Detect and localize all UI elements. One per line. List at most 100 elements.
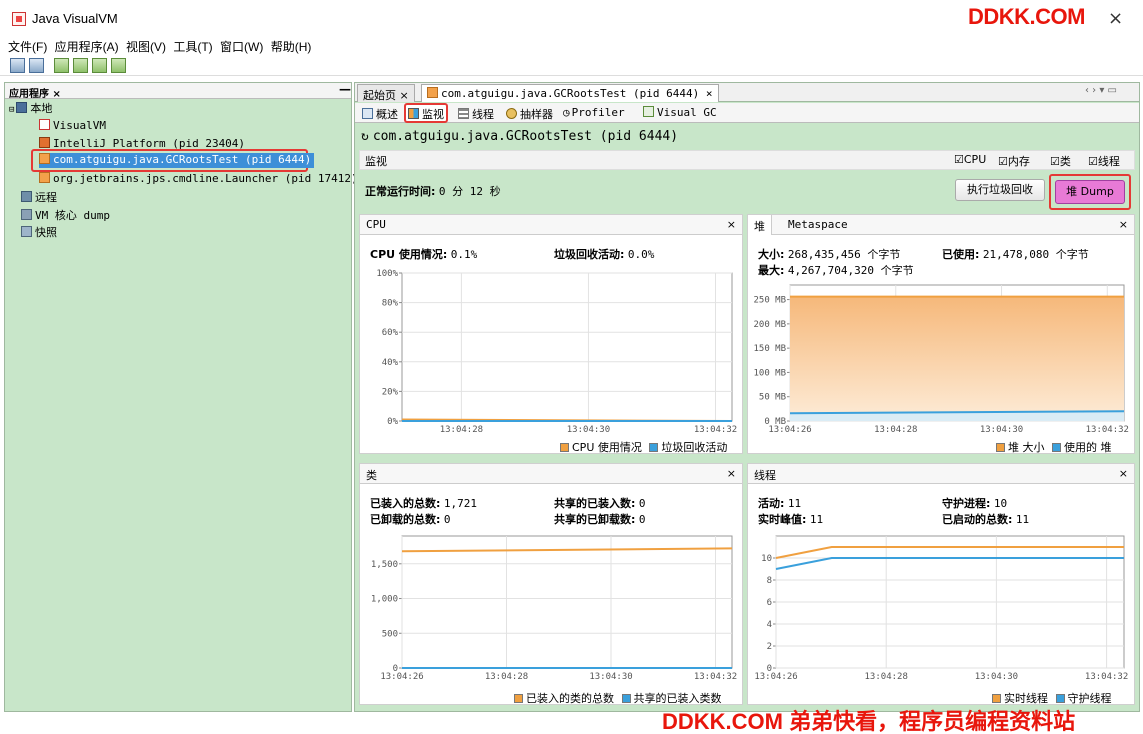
classes-section: 类 × 已装入的总数: 1,721 共享的已装入数: 0 已卸载的总数: 0 共… — [359, 463, 743, 705]
peak-threads-stat: 实时峰值: 11 — [758, 513, 824, 526]
tab-visual-gc[interactable]: Visual GC — [640, 105, 720, 121]
tab-nav-arrows-icon[interactable]: ‹ › ▾ ▭ — [1085, 85, 1117, 96]
close-icon[interactable]: × — [727, 218, 736, 231]
x-tick-label: 13:04:32 — [694, 672, 737, 682]
window-title: Java VisualVM — [32, 11, 118, 26]
tree-item-gcrootstest[interactable]: com.atguigu.java.GCRootsTest (pid 6444) — [39, 153, 315, 168]
y-tick-label: 1,000 — [371, 595, 398, 605]
menu-application[interactable]: 应用程序(A) — [55, 38, 119, 55]
y-tick-label: 0% — [387, 417, 398, 427]
menu-tools[interactable]: 工具(T) — [173, 38, 212, 55]
core-dump-icon — [21, 209, 32, 220]
add-remote-host-icon[interactable] — [73, 58, 88, 73]
heap-used-stat: 已使用: 21,478,080 个字节 — [942, 248, 1089, 261]
tree-item-local[interactable]: ⊟ 本地 — [9, 100, 52, 116]
tab-profiler[interactable]: ◷ Profiler — [560, 105, 628, 121]
tab-start-page[interactable]: 起始页 × — [357, 84, 415, 102]
heap-legend: 堆 大小 使用的 堆 — [996, 439, 1112, 455]
tree-item-remote[interactable]: 远程 — [21, 189, 57, 205]
menu-view[interactable]: 视图(V) — [126, 38, 166, 55]
x-tick-label: 13:04:28 — [874, 425, 917, 435]
close-icon[interactable]: × — [1119, 218, 1128, 231]
check-memory[interactable]: ☑内存 — [998, 153, 1030, 169]
overview-icon — [362, 108, 373, 119]
x-tick-label: 13:04:26 — [768, 425, 811, 435]
computer-icon — [16, 102, 28, 113]
menu-window[interactable]: 窗口(W) — [220, 38, 263, 55]
watermark-bottom: DDKK.COM 弟弟快看，程序员编程资料站 — [662, 709, 1076, 734]
monitor-chart-icon — [408, 108, 419, 119]
tab-sampler[interactable]: 抽样器 — [503, 105, 556, 121]
shared-loaded-stat: 共享的已装入数: 0 — [554, 497, 646, 510]
tab-metaspace[interactable]: Metaspace — [788, 218, 848, 231]
x-tick-label: 13:04:28 — [485, 672, 528, 682]
remote-icon — [21, 191, 32, 202]
classes-section-title: 类 — [366, 469, 377, 482]
tree-item-snapshot[interactable]: 快照 — [21, 224, 57, 240]
checkbox-checked-icon: ☑ — [1088, 155, 1098, 168]
legend-swatch-heap-size — [996, 443, 1005, 452]
threads-section-header: 线程 × — [748, 464, 1134, 484]
add-jmx-icon[interactable] — [54, 58, 69, 73]
cpu-section-title: CPU — [366, 218, 386, 231]
toolbar — [0, 56, 1143, 76]
snapshot-icon — [21, 226, 32, 237]
close-window-icon[interactable]: × — [1108, 8, 1123, 29]
check-cpu[interactable]: ☑CPU — [954, 153, 986, 166]
live-threads-stat: 活动: 11 — [758, 497, 802, 510]
open-file-icon[interactable] — [10, 58, 25, 73]
checkbox-checked-icon: ☑ — [1050, 155, 1060, 168]
heap-max-stat: 最大: 4,267,704,320 个字节 — [758, 264, 914, 277]
tab-monitor[interactable]: 监视 — [404, 103, 448, 123]
tab-heap[interactable]: 堆 — [748, 215, 772, 235]
intellij-icon — [39, 137, 50, 148]
menu-file[interactable]: 文件(F) — [8, 38, 47, 55]
y-tick-label: 250 MB — [753, 296, 786, 306]
y-tick-label: 50 MB — [759, 393, 786, 403]
threads-section: 线程 × 活动: 11 守护进程: 10 实时峰值: 11 已启动的总数: 11… — [747, 463, 1135, 705]
classes-section-header: 类 × — [360, 464, 742, 484]
check-classes[interactable]: ☑类 — [1050, 153, 1071, 169]
add-core-dump-icon[interactable] — [92, 58, 107, 73]
visualvm-icon — [39, 119, 50, 130]
close-icon[interactable]: × — [1119, 467, 1128, 480]
sampler-icon — [506, 108, 517, 119]
x-tick-label: 13:04:30 — [975, 672, 1018, 682]
y-tick-label: 1,500 — [371, 560, 398, 570]
x-tick-label: 13:04:32 — [1085, 672, 1128, 682]
y-tick-label: 2 — [767, 642, 772, 652]
cpu-section: CPU × CPU 使用情况: 0.1% 垃圾回收活动: 0.0% 0% 20% 4… — [359, 214, 743, 454]
tree-item-jps-launcher[interactable]: org.jetbrains.jps.cmdline.Launcher (pid … — [39, 172, 358, 185]
legend-swatch-loaded — [514, 694, 523, 703]
y-tick-label: 8 — [767, 576, 772, 586]
close-icon[interactable]: × — [727, 467, 736, 480]
tab-threads[interactable]: 线程 — [455, 105, 497, 121]
started-threads-stat: 已启动的总数: 11 — [942, 513, 1030, 526]
save-icon[interactable] — [29, 58, 44, 73]
y-tick-label: 200 MB — [753, 320, 786, 330]
heap-dump-button[interactable]: 堆 Dump — [1055, 180, 1125, 204]
applications-tab[interactable]: 应用程序 × — [9, 85, 61, 100]
y-tick-label: 10 — [761, 554, 772, 564]
y-tick-label: 80% — [382, 299, 399, 309]
tab-process[interactable]: com.atguigu.java.GCRootsTest (pid 6444) … — [421, 84, 719, 102]
x-tick-label: 13:04:30 — [980, 425, 1023, 435]
menu-help[interactable]: 帮助(H) — [271, 38, 312, 55]
add-snapshot-icon[interactable] — [111, 58, 126, 73]
tree-item-visualvm[interactable]: VisualVM — [39, 119, 106, 132]
visual-gc-icon — [643, 106, 654, 117]
y-tick-label: 100 MB — [753, 368, 786, 378]
minimize-icon[interactable]: — — [339, 82, 351, 96]
classes-chart: 05001,0001,50013:04:26 13:04:28 13:04:30 13… — [371, 535, 737, 682]
profiler-clock-icon: ◷ — [563, 106, 570, 119]
legend-swatch-gc — [649, 443, 659, 452]
y-tick-label: 60% — [382, 328, 399, 338]
view-tabs: 概述 监视 线程 抽样器 ◷ Profiler Visual GC — [355, 103, 1139, 123]
tab-overview[interactable]: 概述 — [359, 105, 401, 121]
perform-gc-button[interactable]: 执行垃圾回收 — [955, 179, 1045, 201]
tree-item-core-dump[interactable]: VM 核心 dump — [21, 207, 110, 223]
document-tabs: 起始页 × com.atguigu.java.GCRootsTest (pid … — [355, 83, 1139, 102]
gc-activity-stat: 垃圾回收活动: 0.0% — [554, 248, 655, 261]
legend-swatch-shared — [621, 694, 631, 703]
check-threads[interactable]: ☑线程 — [1088, 153, 1120, 169]
